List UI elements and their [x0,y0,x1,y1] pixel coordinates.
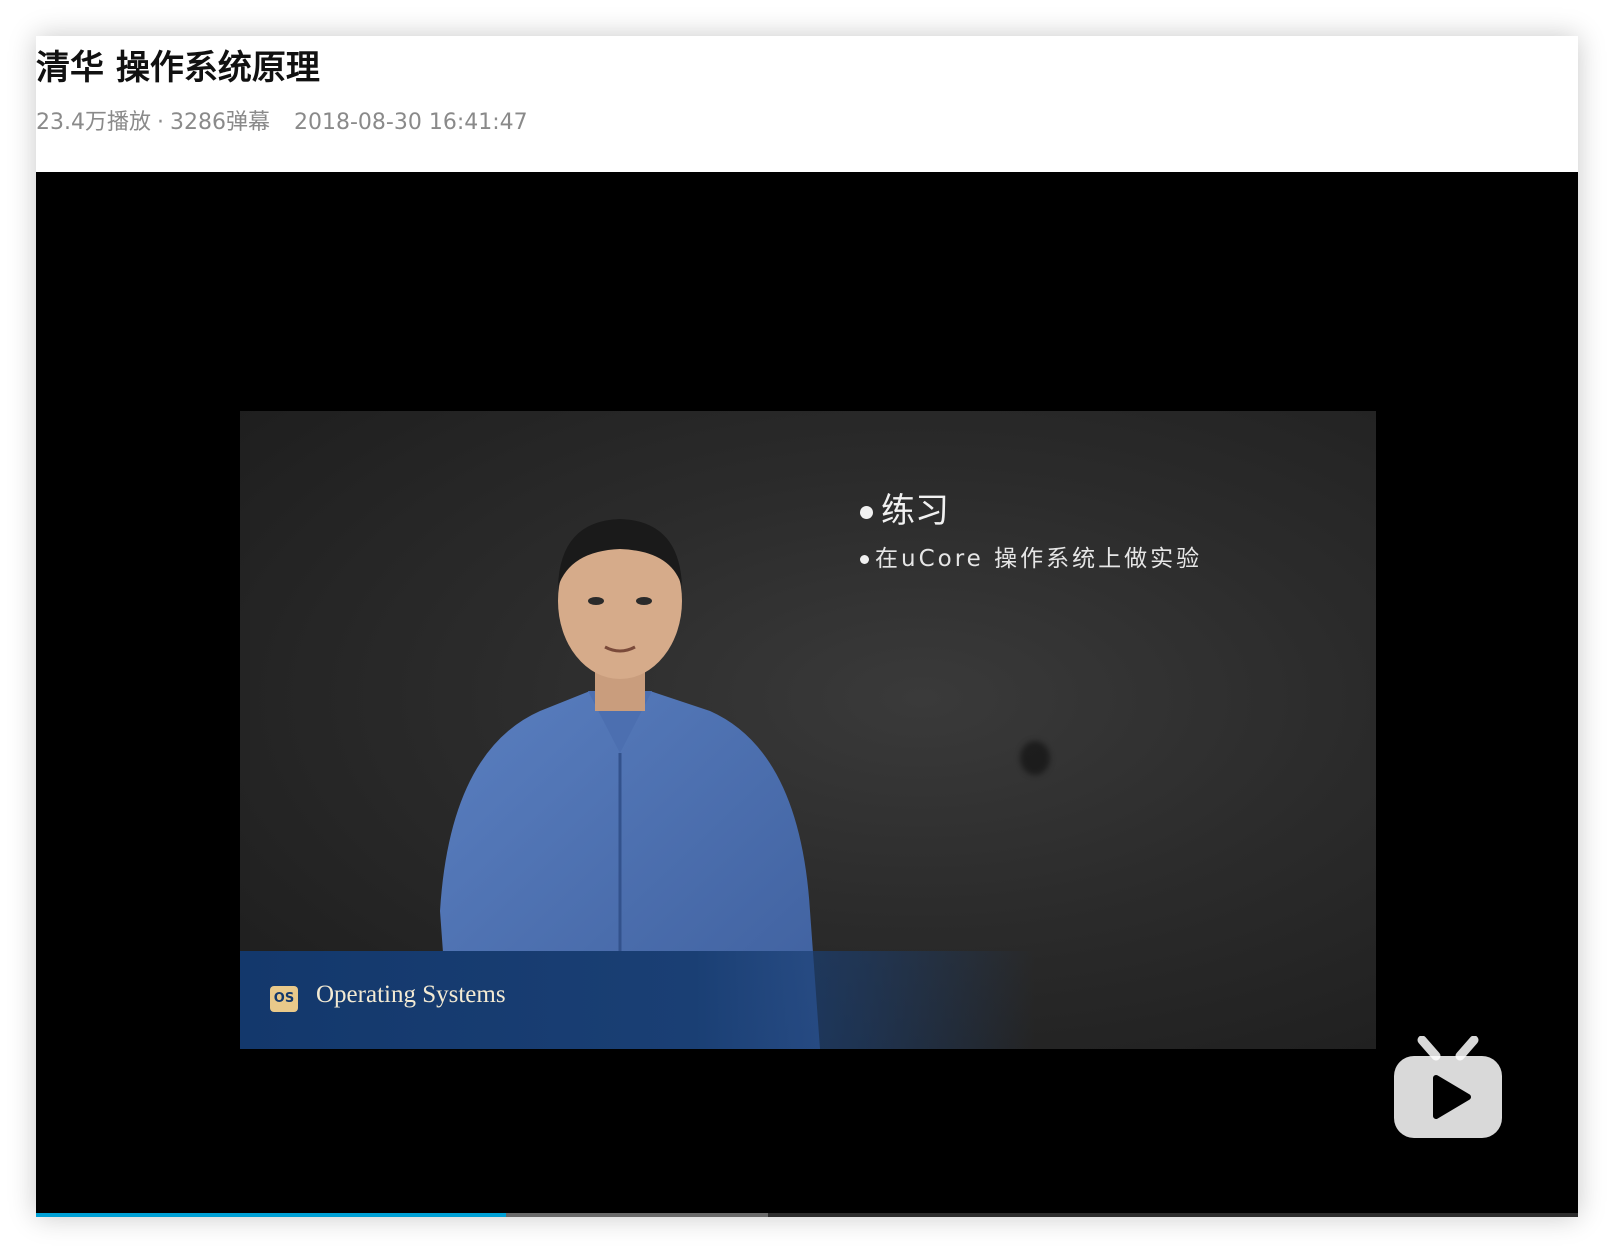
bullet-dot-icon [860,555,869,564]
bilibili-tv-play-icon[interactable] [1392,1036,1504,1140]
course-banner: OS Operating Systems [240,951,1376,1049]
view-count: 23.4万播放 [36,110,151,135]
progress-played [36,1213,507,1217]
course-banner-text: Operating Systems [316,981,506,1008]
page: 清华 操作系统原理 23.4万播放 · 3286弹幕 2018-08-30 16:41… [0,0,1614,1254]
meta-separator: · [157,110,164,135]
video-frame: 练习 在uCore 操作系统上做实验 OS Operating Systems [240,411,1376,1049]
progress-bar[interactable] [36,1213,1578,1217]
video-title[interactable]: 清华 操作系统原理 [36,40,320,89]
slide-bullet-sub-text: 在uCore 操作系统上做实验 [875,546,1203,572]
os-logo: OS [270,986,298,1012]
upload-time: 2018-08-30 16:41:47 [294,110,528,135]
danmaku-count: 3286弹幕 [170,110,270,135]
bullet-dot-icon [860,506,873,519]
slide-bullet-main: 练习 [860,483,949,532]
chalkboard-smudge [1020,741,1050,775]
video-meta: 23.4万播放 · 3286弹幕 2018-08-30 16:41:47 [36,104,528,136]
slide-bullet-sub: 在uCore 操作系统上做实验 [860,539,1202,573]
video-player[interactable]: 练习 在uCore 操作系统上做实验 OS Operating Systems [36,172,1578,1217]
slide-bullet-main-text: 练习 [881,491,949,531]
video-header: 清华 操作系统原理 23.4万播放 · 3286弹幕 2018-08-30 16:41… [36,36,1578,172]
video-card: 清华 操作系统原理 23.4万播放 · 3286弹幕 2018-08-30 16:41… [36,36,1578,1217]
